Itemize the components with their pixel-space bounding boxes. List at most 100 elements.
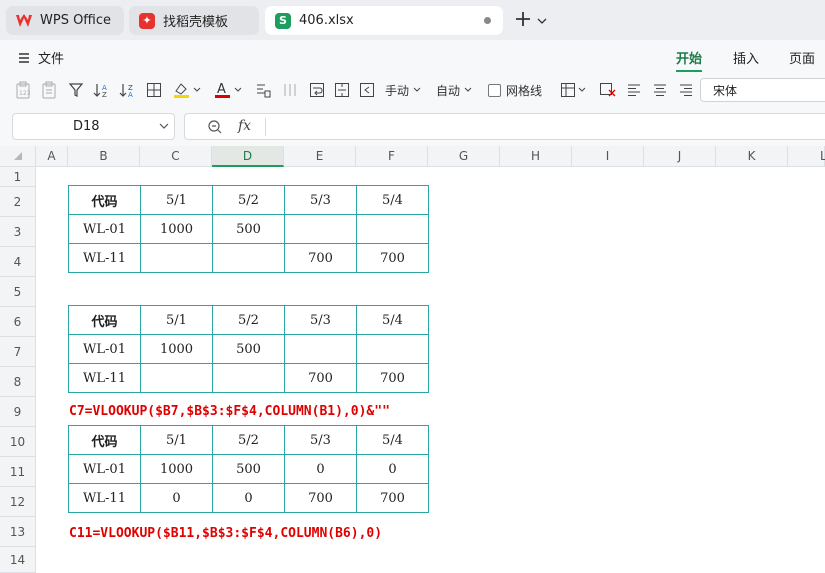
- cell[interactable]: 700: [356, 363, 429, 393]
- cell[interactable]: 0: [356, 454, 429, 484]
- row-header[interactable]: 12: [0, 487, 36, 517]
- column-header[interactable]: G: [428, 146, 500, 167]
- tab-406-xlsx[interactable]: S 406.xlsx: [265, 6, 503, 35]
- cell[interactable]: 5/3: [284, 425, 357, 455]
- cell[interactable]: 0: [284, 454, 357, 484]
- fill-color-button[interactable]: [172, 80, 202, 100]
- cell[interactable]: 1000: [140, 214, 213, 244]
- borders-icon[interactable]: [145, 80, 163, 100]
- cell[interactable]: [140, 363, 213, 393]
- formula-input[interactable]: fx: [184, 113, 825, 140]
- column-header[interactable]: H: [500, 146, 572, 167]
- cell[interactable]: WL-11: [68, 363, 141, 393]
- sort-descending-icon[interactable]: ZA: [118, 80, 138, 100]
- row-header[interactable]: 14: [0, 547, 36, 573]
- cell[interactable]: 500: [212, 334, 285, 364]
- cell[interactable]: WL-01: [68, 214, 141, 244]
- column-header[interactable]: I: [572, 146, 644, 167]
- wrap-text-icon[interactable]: [308, 80, 326, 100]
- cell[interactable]: [284, 334, 357, 364]
- cell[interactable]: [356, 214, 429, 244]
- cell[interactable]: 1000: [140, 334, 213, 364]
- row-header[interactable]: 4: [0, 247, 36, 277]
- tab-templates[interactable]: ✦ 找稻壳模板: [129, 6, 259, 35]
- column-header[interactable]: A: [36, 146, 68, 167]
- cell[interactable]: 700: [356, 483, 429, 513]
- align-left-icon[interactable]: [627, 80, 641, 100]
- cell[interactable]: [356, 334, 429, 364]
- align-distribute-icon[interactable]: [254, 80, 272, 100]
- unsaved-dot-icon[interactable]: [484, 17, 491, 24]
- cell[interactable]: 5/2: [212, 305, 285, 335]
- ribbon-tab-insert[interactable]: 插入: [733, 48, 759, 67]
- formula-note-1[interactable]: C7=VLOOKUP($B7,$B$3:$F$4,COLUMN(B1),0)&"…: [69, 404, 390, 419]
- cell[interactable]: 代码: [68, 305, 141, 335]
- row-header[interactable]: 6: [0, 307, 36, 337]
- align-right-icon[interactable]: [679, 80, 693, 100]
- sort-ascending-icon[interactable]: AZ: [92, 80, 112, 100]
- new-tab-plus-icon[interactable]: [514, 10, 534, 30]
- paste-format-icon[interactable]: [40, 80, 58, 100]
- cell[interactable]: 5/2: [212, 425, 285, 455]
- select-all-corner[interactable]: [0, 146, 36, 167]
- freeze-panes-button[interactable]: [560, 80, 588, 100]
- tab-list-chevron-down-icon[interactable]: [537, 14, 547, 24]
- cell[interactable]: 700: [284, 363, 357, 393]
- cell[interactable]: [212, 243, 285, 273]
- filter-icon[interactable]: [68, 80, 84, 100]
- column-header[interactable]: K: [716, 146, 788, 167]
- cell[interactable]: [212, 363, 285, 393]
- font-color-button[interactable]: A: [213, 80, 243, 100]
- cell[interactable]: 5/2: [212, 185, 285, 215]
- cell[interactable]: 代码: [68, 185, 141, 215]
- cell[interactable]: 5/3: [284, 305, 357, 335]
- cell[interactable]: 1000: [140, 454, 213, 484]
- formula-note-2[interactable]: C11=VLOOKUP($B11,$B$3:$F$4,COLUMN(B6),0): [69, 526, 382, 541]
- column-header[interactable]: C: [140, 146, 212, 167]
- row-header[interactable]: 13: [0, 517, 36, 547]
- function-fx-icon[interactable]: fx: [238, 118, 251, 134]
- auto-dropdown[interactable]: 自动: [436, 80, 472, 100]
- row-header[interactable]: 7: [0, 337, 36, 367]
- chevron-down-icon[interactable]: [159, 123, 169, 130]
- row-header[interactable]: 2: [0, 187, 36, 217]
- name-box[interactable]: D18: [12, 113, 175, 140]
- zoom-search-icon[interactable]: [207, 119, 223, 135]
- row-header[interactable]: 10: [0, 427, 36, 457]
- cell[interactable]: 0: [212, 483, 285, 513]
- column-header-selected[interactable]: D: [212, 146, 284, 167]
- cell[interactable]: 5/4: [356, 305, 429, 335]
- clear-format-icon[interactable]: [599, 80, 617, 100]
- cell[interactable]: WL-11: [68, 243, 141, 273]
- indent-icon[interactable]: [358, 80, 376, 100]
- paste-values-icon[interactable]: 123: [14, 80, 32, 100]
- cell[interactable]: [140, 243, 213, 273]
- cell[interactable]: 700: [284, 483, 357, 513]
- column-header[interactable]: J: [644, 146, 716, 167]
- cell[interactable]: 5/1: [140, 305, 213, 335]
- wrap-manual-dropdown[interactable]: 手动: [385, 80, 421, 100]
- column-header[interactable]: B: [68, 146, 140, 167]
- cell[interactable]: 代码: [68, 425, 141, 455]
- row-header[interactable]: 3: [0, 217, 36, 247]
- tab-wps-home[interactable]: WPS Office: [6, 6, 124, 35]
- cell[interactable]: 5/3: [284, 185, 357, 215]
- cell[interactable]: 0: [140, 483, 213, 513]
- cell[interactable]: 500: [212, 454, 285, 484]
- cell[interactable]: 5/1: [140, 425, 213, 455]
- font-name-input[interactable]: 宋体: [700, 78, 825, 102]
- row-header[interactable]: 9: [0, 397, 36, 427]
- column-header[interactable]: E: [284, 146, 356, 167]
- column-header[interactable]: L: [788, 146, 825, 167]
- cell[interactable]: 5/4: [356, 185, 429, 215]
- cell[interactable]: WL-01: [68, 334, 141, 364]
- cell[interactable]: 5/4: [356, 425, 429, 455]
- cell[interactable]: 5/1: [140, 185, 213, 215]
- gridlines-toggle[interactable]: 网格线: [488, 80, 542, 100]
- ribbon-tab-page[interactable]: 页面: [789, 48, 815, 67]
- text-direction-icon[interactable]: [281, 80, 299, 100]
- cell[interactable]: 500: [212, 214, 285, 244]
- cell[interactable]: WL-11: [68, 483, 141, 513]
- row-header[interactable]: 8: [0, 367, 36, 397]
- ribbon-tab-home[interactable]: 开始: [676, 48, 703, 72]
